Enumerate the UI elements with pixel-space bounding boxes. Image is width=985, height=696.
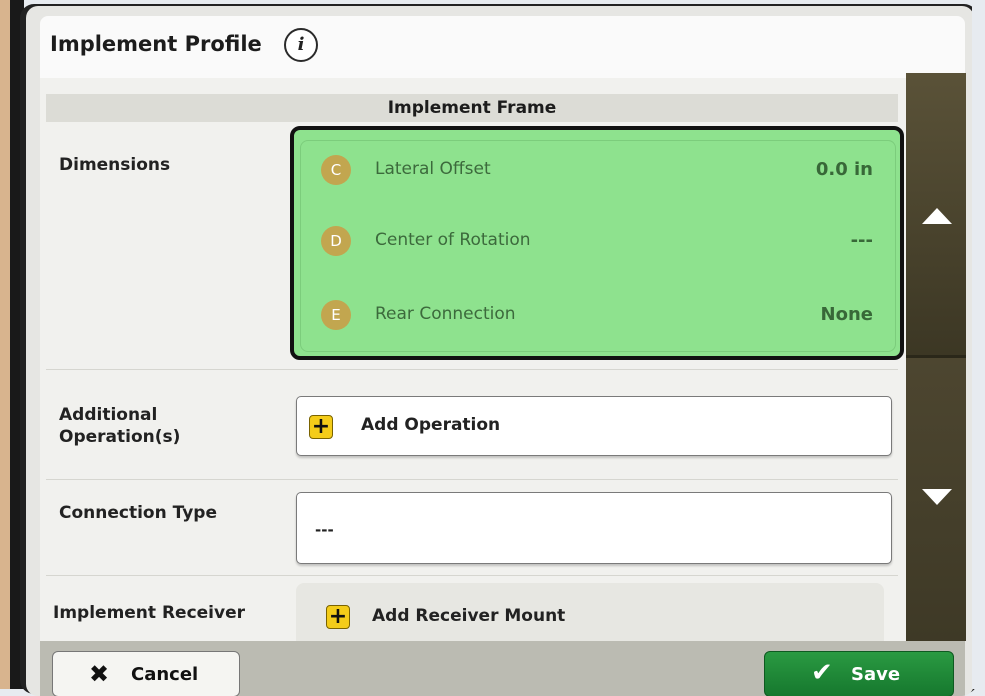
bottom-bar: ✖ Cancel ✔ Save xyxy=(40,641,965,696)
dimension-value: 0.0 in xyxy=(815,159,873,180)
letter-badge: E xyxy=(321,300,351,330)
add-receiver-mount-button[interactable]: + Add Receiver Mount xyxy=(296,583,884,641)
x-icon: ✖ xyxy=(89,660,110,688)
check-icon: ✔ xyxy=(811,658,833,688)
left-edge xyxy=(0,0,10,689)
implement-receiver-label: Implement Receiver xyxy=(53,603,246,623)
implement-profile-window: Implement Profile i Implement Frame Dime… xyxy=(26,6,974,696)
dimension-row-center-of-rotation[interactable]: D Center of Rotation --- xyxy=(301,222,895,262)
scrollbar[interactable] xyxy=(906,73,966,641)
save-label: Save xyxy=(851,664,901,685)
triangle-down-icon xyxy=(922,489,952,505)
plus-icon: + xyxy=(309,415,333,439)
cancel-button[interactable]: ✖ Cancel xyxy=(52,651,240,696)
letter-badge: D xyxy=(321,226,351,256)
plus-icon: + xyxy=(326,605,350,629)
row-divider xyxy=(46,575,898,576)
dimension-label: Lateral Offset xyxy=(375,159,491,179)
dimension-row-rear-connection[interactable]: E Rear Connection None xyxy=(301,296,895,336)
dimension-label: Center of Rotation xyxy=(375,230,531,250)
additional-operations-label: Additional Operation(s) xyxy=(59,405,181,447)
dimensions-list: C Lateral Offset 0.0 in D Center of Rota… xyxy=(300,140,896,352)
save-button[interactable]: ✔ Save xyxy=(764,651,954,696)
add-operation-label: Add Operation xyxy=(361,415,501,435)
dimensions-label: Dimensions xyxy=(59,155,171,175)
dimensions-panel[interactable]: C Lateral Offset 0.0 in D Center of Rota… xyxy=(290,126,904,360)
page-title: Implement Profile xyxy=(50,32,262,56)
cancel-label: Cancel xyxy=(131,664,199,685)
scroll-down-button[interactable] xyxy=(906,358,966,641)
connection-type-value: --- xyxy=(315,521,334,539)
right-edge xyxy=(972,0,985,689)
scroll-up-button[interactable] xyxy=(906,73,966,355)
dimension-row-lateral-offset[interactable]: C Lateral Offset 0.0 in xyxy=(301,151,895,191)
add-receiver-mount-label: Add Receiver Mount xyxy=(372,606,566,626)
section-header: Implement Frame xyxy=(46,94,898,122)
row-divider xyxy=(46,369,898,370)
profile-content: Implement Frame Dimensions C Lateral Off… xyxy=(40,78,906,641)
letter-badge: C xyxy=(321,155,351,185)
row-divider xyxy=(46,479,898,480)
title-bar: Implement Profile i xyxy=(40,16,965,78)
info-icon[interactable]: i xyxy=(284,28,318,62)
dimension-label: Rear Connection xyxy=(375,304,516,324)
dimension-value: None xyxy=(820,304,873,325)
triangle-up-icon xyxy=(922,208,952,224)
dimension-value: --- xyxy=(850,230,873,251)
connection-type-field[interactable]: --- xyxy=(296,492,892,564)
connection-type-label: Connection Type xyxy=(59,503,217,523)
add-operation-button[interactable]: + Add Operation xyxy=(296,396,892,456)
